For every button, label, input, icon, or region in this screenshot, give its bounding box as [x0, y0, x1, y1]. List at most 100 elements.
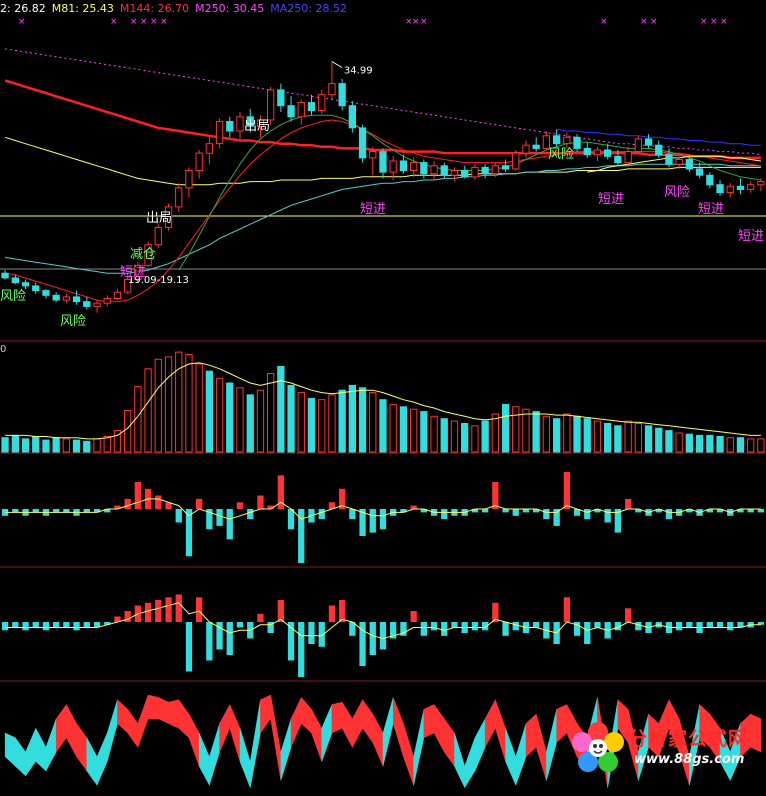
- candle-body: [420, 162, 428, 175]
- oscillator-band: [198, 732, 210, 786]
- signal-label-feng-xian-3: 风险: [60, 314, 86, 329]
- indicator-two-bar: [277, 600, 284, 622]
- indicator-two-bar: [410, 611, 417, 622]
- ma-legend-ma250: MA250: 28.52: [270, 2, 347, 15]
- indicator-two-bar: [451, 622, 458, 628]
- volume-bar: [185, 354, 193, 453]
- candle-body: [328, 83, 336, 96]
- candle-body: [553, 135, 561, 145]
- candle-body: [583, 147, 591, 156]
- volume-bar: [83, 440, 91, 453]
- oscillator-band: [178, 698, 190, 739]
- indicator-one-bar: [604, 509, 611, 523]
- indicator-two-bar: [533, 622, 540, 628]
- candle-body: [42, 290, 50, 296]
- volume-bar: [348, 384, 357, 453]
- oscillator-band: [127, 708, 139, 749]
- oscillator-band: [423, 704, 435, 739]
- signal-label-duan-jin-5: 短进: [120, 265, 146, 280]
- oscillator-band: [66, 704, 77, 757]
- candle-body: [491, 165, 500, 175]
- volume-bar: [410, 408, 418, 453]
- indicator-one-bar: [318, 509, 325, 520]
- candle-body: [52, 294, 60, 301]
- indicator-two-bar: [635, 622, 642, 631]
- volume-bar: [144, 368, 152, 453]
- oscillator-band: [147, 694, 159, 719]
- candle-body: [512, 152, 520, 170]
- indicator-one-bar: [522, 509, 530, 513]
- signal-mark: ×: [420, 17, 428, 27]
- oscillator-band: [413, 709, 425, 786]
- oscillator-band: [311, 709, 322, 762]
- candle-body: [348, 105, 357, 129]
- indicator-two-bar: [502, 622, 509, 636]
- candle-body: [103, 298, 111, 304]
- volume-bar: [175, 351, 183, 453]
- volume-bar: [205, 370, 213, 453]
- indicator-two-bar: [430, 622, 438, 631]
- candle-body: [236, 116, 244, 132]
- candle-body: [481, 166, 489, 175]
- volume-bar: [614, 425, 622, 453]
- indicator-one-bar: [563, 471, 570, 509]
- volume-bar: [420, 411, 428, 453]
- candle-body: [593, 149, 602, 156]
- indicator-one-bar: [584, 509, 591, 520]
- volume-bar: [542, 415, 551, 453]
- candle-body: [747, 184, 755, 190]
- oscillator-band: [209, 723, 220, 786]
- volume-bar: [634, 423, 643, 453]
- indicator-two-bar: [339, 600, 346, 622]
- oscillator-band: [137, 694, 149, 748]
- indicator-one-bar: [553, 509, 560, 526]
- candle-body: [614, 155, 622, 164]
- signal-mark: ×: [130, 17, 138, 27]
- indicator-two-bar: [196, 597, 203, 623]
- ma-legend-m250: M250: 30.45: [195, 2, 265, 15]
- indicator-two-bar: [12, 622, 19, 628]
- oscillator-band: [454, 732, 465, 788]
- candle-body: [267, 89, 275, 121]
- signal-label-dual-label: 风险: [664, 185, 690, 200]
- indicator-one-bar: [63, 509, 70, 513]
- oscillator-band: [249, 699, 261, 788]
- indicator-two-bar: [32, 622, 39, 628]
- oscillator-band: [382, 697, 394, 767]
- signal-label-duan-jin-1: 短进: [360, 202, 386, 217]
- indicator-one-bar: [441, 509, 448, 520]
- indicator-one-bar: [492, 482, 499, 509]
- indicator-two-bar: [369, 622, 376, 655]
- signal-mark: ×: [18, 17, 26, 27]
- oscillator-band: [525, 713, 537, 758]
- candle-body: [461, 170, 469, 178]
- indicator-one-bar: [32, 509, 39, 513]
- oscillator-band: [444, 717, 455, 768]
- oscillator-band: [280, 718, 292, 781]
- volume-bar: [573, 415, 581, 453]
- indicator-two-bar: [83, 622, 90, 628]
- indicator-one-bar: [379, 509, 387, 530]
- candle-body: [624, 151, 632, 164]
- candle-body: [430, 165, 438, 175]
- oscillator-band: [260, 694, 271, 734]
- signal-mark: ×: [650, 17, 658, 27]
- oscillator-band: [239, 728, 251, 788]
- volume-bar: [563, 413, 571, 453]
- indicator-one-bar: [155, 495, 162, 509]
- indicator-one-bar: [226, 509, 233, 540]
- candle-body: [695, 168, 704, 176]
- indicator-one-bar: [83, 509, 90, 513]
- volume-bar: [461, 423, 469, 453]
- oscillator-band: [546, 709, 557, 781]
- indicator-two-bar: [144, 602, 152, 623]
- candle-body: [685, 159, 694, 170]
- indicator-two-bar: [420, 622, 427, 636]
- volume-bar: [440, 418, 448, 453]
- volume-bar: [11, 434, 19, 453]
- oscillator-band: [321, 704, 333, 762]
- candle-body: [440, 165, 448, 176]
- candle-body: [573, 136, 581, 149]
- candle-body: [307, 102, 316, 111]
- candle-body: [757, 181, 765, 186]
